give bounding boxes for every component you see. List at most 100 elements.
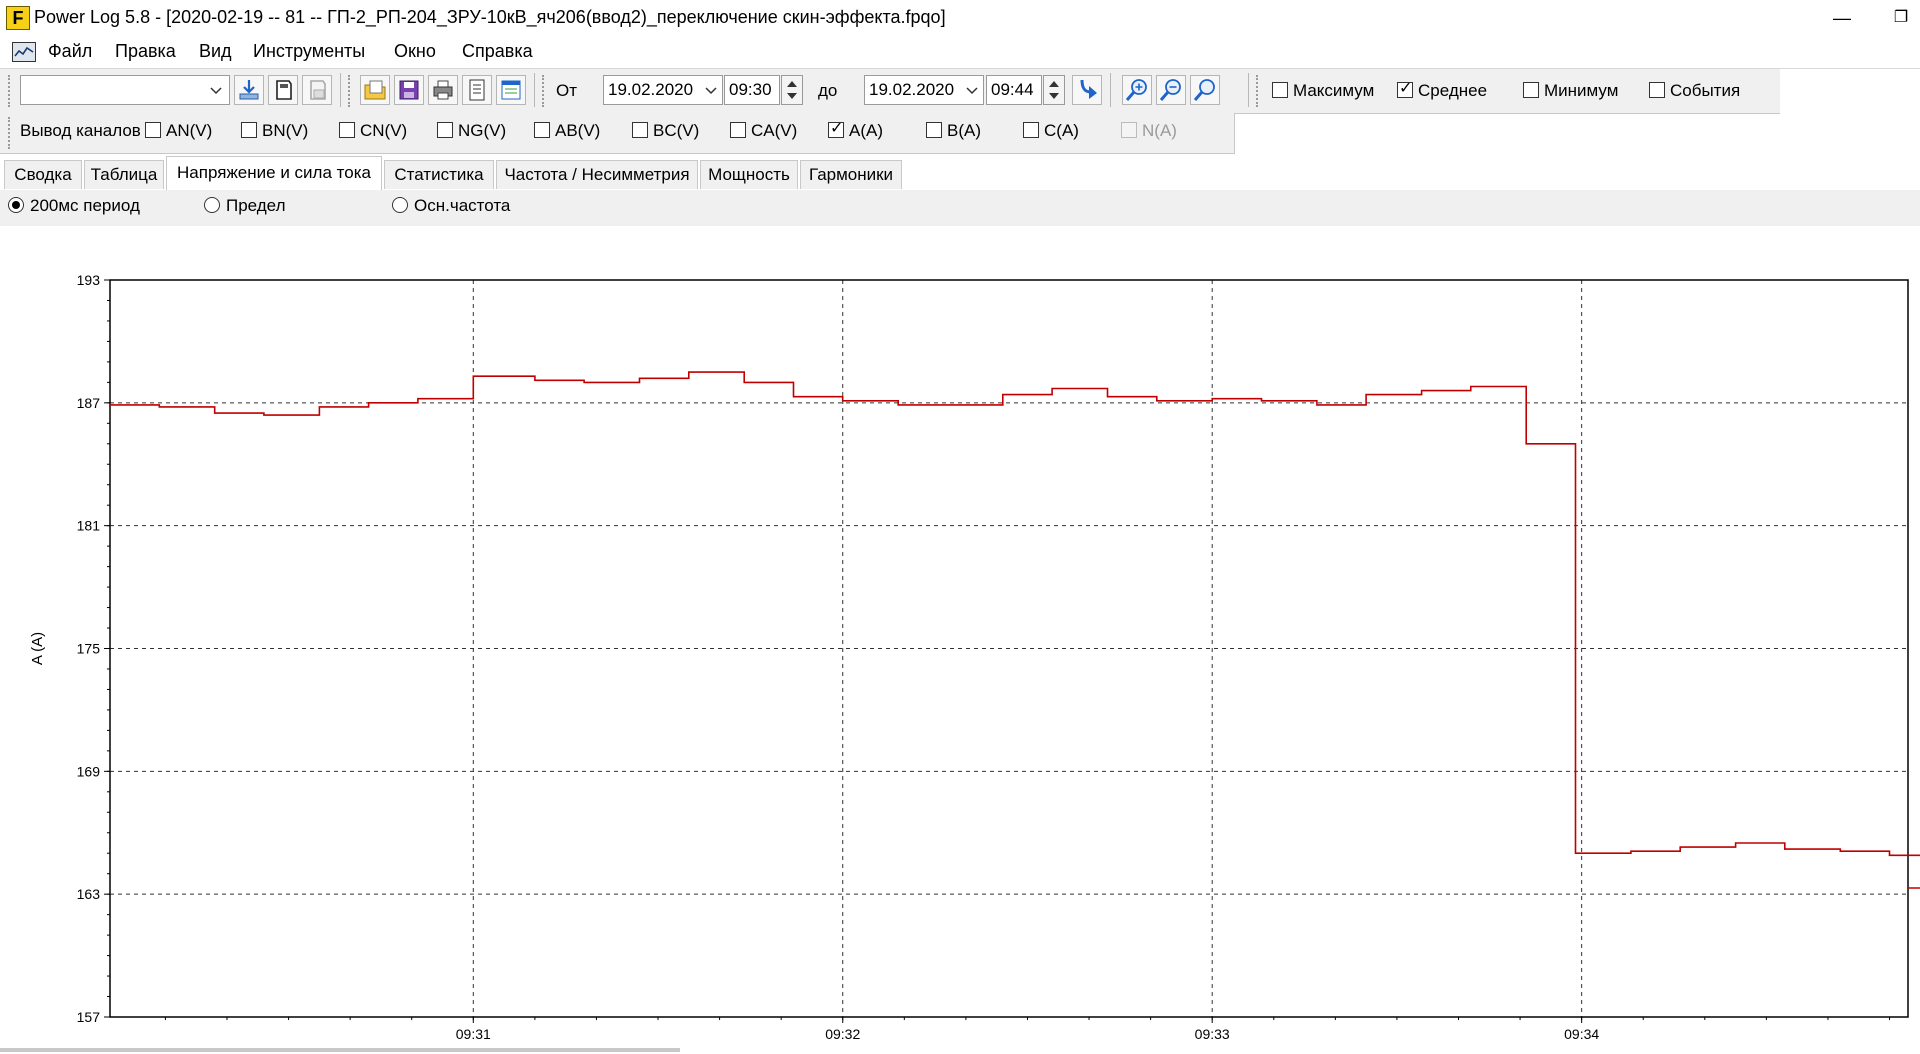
card-disabled-icon[interactable]	[302, 75, 332, 105]
y-tick-label: 175	[77, 641, 101, 657]
save-icon[interactable]	[394, 75, 424, 105]
apply-arrow-icon[interactable]	[1072, 75, 1102, 105]
tab-item[interactable]: Частота / Несимметрия	[496, 160, 698, 189]
channel-label: A(A)	[849, 121, 883, 140]
channel-label: AN(V)	[166, 121, 213, 140]
channel-checkbox[interactable]	[828, 120, 844, 138]
print-icon[interactable]	[428, 75, 458, 105]
tab-item[interactable]: Статистика	[384, 160, 494, 189]
print-preview-icon[interactable]	[462, 75, 492, 105]
y-tick-label: 163	[77, 886, 101, 902]
channel-label: AB(V)	[555, 121, 601, 140]
menu-file[interactable]: Файл	[48, 41, 92, 62]
chart-canvas[interactable]: 157 163 169 175 181 187 193 09:31 09:32 09:33 09:3…	[0, 226, 1920, 1054]
y-tick-label: 181	[77, 518, 101, 534]
channel-checkbox[interactable]	[145, 122, 161, 138]
dropdown-arrow-icon	[210, 87, 222, 95]
channel-label: B(A)	[947, 121, 981, 140]
window-title: Power Log 5.8 - [2020-02-19 -- 81 -- ГП-…	[34, 7, 946, 27]
from-date-picker[interactable]: 19.02.2020	[603, 75, 723, 105]
stat-checkbox[interactable]	[1649, 82, 1665, 98]
channel-checkbox[interactable]	[339, 122, 355, 138]
device-combo[interactable]	[20, 75, 230, 105]
menu-window[interactable]: Окно	[394, 41, 436, 62]
toolbar-grip[interactable]	[8, 117, 14, 149]
channel-checkbox[interactable]	[241, 122, 257, 138]
stat-checkbox[interactable]	[1397, 80, 1413, 98]
period-label: 200мс период	[30, 196, 140, 215]
to-date-value: 19.02.2020	[869, 80, 955, 99]
channel-checkbox	[1121, 122, 1137, 138]
channel-label: BN(V)	[262, 121, 309, 140]
channel-label: C(A)	[1044, 121, 1079, 140]
toolbar-separator	[1248, 73, 1249, 107]
current-chart[interactable]: 157 163 169 175 181 187 193 09:31 09:32 09:33 09:3…	[0, 226, 1920, 1054]
period-label: Предел	[226, 196, 286, 215]
channel-checkbox[interactable]	[926, 122, 942, 138]
to-date-picker[interactable]: 19.02.2020	[864, 75, 984, 105]
download-icon[interactable]	[234, 75, 264, 105]
tab-item[interactable]: Напряжение и сила тока	[166, 156, 382, 190]
y-tick-label: 193	[77, 272, 101, 288]
tab-item[interactable]: Сводка	[4, 160, 82, 189]
stat-label: Среднее	[1418, 81, 1488, 100]
stat-label: События	[1670, 81, 1741, 100]
channel-checkbox[interactable]	[1023, 122, 1039, 138]
menu-edit[interactable]: Правка	[115, 41, 176, 62]
tab-item[interactable]: Таблица	[84, 160, 164, 189]
to-time-spinner[interactable]	[1043, 75, 1065, 105]
stat-label: Минимум	[1544, 81, 1619, 100]
tab-item[interactable]: Гармоники	[800, 160, 902, 189]
app-logo-icon: F	[6, 6, 30, 30]
restore-icon[interactable]: ❐	[1882, 4, 1920, 32]
x-tick-label: 09:34	[1564, 1026, 1599, 1042]
card-icon[interactable]	[268, 75, 298, 105]
horizontal-scrollbar[interactable]	[0, 1048, 680, 1052]
dropdown-arrow-icon	[705, 87, 717, 95]
channel-checkbox[interactable]	[632, 122, 648, 138]
x-tick-label: 09:33	[1195, 1026, 1230, 1042]
menu-view[interactable]: Вид	[199, 41, 232, 62]
stat-checkbox[interactable]	[1523, 82, 1539, 98]
menu-tools[interactable]: Инструменты	[253, 41, 365, 62]
dropdown-arrow-icon	[966, 87, 978, 95]
period-radio[interactable]	[392, 197, 408, 213]
zoom-in-icon[interactable]	[1122, 75, 1152, 105]
channel-label: CA(V)	[751, 121, 798, 140]
menu-help[interactable]: Справка	[462, 41, 533, 62]
open-folder-icon[interactable]	[360, 75, 390, 105]
channel-label: CN(V)	[360, 121, 408, 140]
from-label: От	[556, 81, 578, 100]
channel-checkbox[interactable]	[437, 122, 453, 138]
from-time-value: 09:30	[729, 80, 772, 99]
channel-label: NG(V)	[458, 121, 507, 140]
stat-checkbox[interactable]	[1272, 82, 1288, 98]
x-tick-label: 09:31	[456, 1026, 491, 1042]
toolbar-grip[interactable]	[1256, 75, 1262, 107]
period-radio[interactable]	[204, 197, 220, 213]
toolbar-grip[interactable]	[542, 75, 548, 107]
channels-label: Вывод каналов	[20, 121, 141, 140]
channel-checkbox[interactable]	[730, 122, 746, 138]
to-time-input[interactable]: 09:44	[986, 75, 1042, 105]
y-tick-label: 187	[77, 395, 101, 411]
toolbar-grip[interactable]	[8, 75, 14, 107]
minimize-icon[interactable]: —	[1822, 4, 1862, 32]
document-chart-icon[interactable]	[12, 42, 36, 62]
export-icon[interactable]	[496, 75, 526, 105]
x-tick-label: 09:32	[825, 1026, 860, 1042]
toolbar-separator	[534, 73, 535, 107]
to-label: до	[818, 81, 838, 100]
toolbar-separator	[1110, 73, 1111, 107]
toolbar-separator	[340, 73, 341, 107]
from-time-input[interactable]: 09:30	[724, 75, 780, 105]
zoom-out-icon[interactable]	[1156, 75, 1186, 105]
from-time-spinner[interactable]	[781, 75, 803, 105]
tab-item[interactable]: Мощность	[700, 160, 798, 189]
from-date-value: 19.02.2020	[608, 80, 694, 99]
zoom-fit-icon[interactable]	[1190, 75, 1220, 105]
channel-checkbox[interactable]	[534, 122, 550, 138]
y-tick-label: 157	[77, 1009, 101, 1025]
period-radio[interactable]	[8, 197, 24, 213]
toolbar-grip[interactable]	[348, 75, 354, 107]
